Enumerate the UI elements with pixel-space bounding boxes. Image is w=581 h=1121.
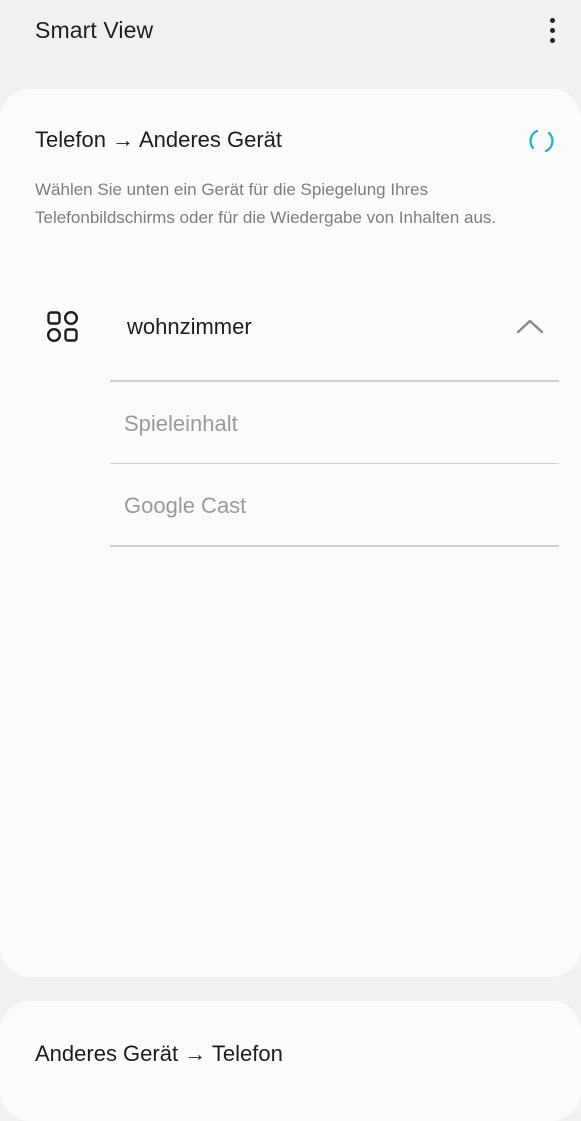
option-item-google-cast[interactable]: Google Cast (110, 464, 559, 545)
section-description: Wählen Sie unten ein Gerät für die Spieg… (35, 180, 497, 227)
option-item-spieleinhalt[interactable]: Spieleinhalt (110, 382, 559, 463)
mirror-to-device-card: Telefon → Anderes Gerät Wählen Sie unten… (0, 89, 581, 977)
apps-grid-icon (46, 310, 79, 343)
device-option-list: Spieleinhalt Google Cast (110, 380, 559, 547)
more-vertical-icon (549, 17, 555, 23)
divider (110, 545, 559, 547)
loading-spinner-icon (529, 129, 554, 153)
option-label: Spieleinhalt (124, 410, 238, 436)
more-vertical-icon (549, 37, 555, 43)
chevron-up-icon[interactable] (515, 316, 545, 336)
app-header: Smart View (0, 0, 581, 70)
section-title-phone-to-device: Telefon → Anderes Gerät (35, 127, 283, 152)
more-vertical-icon (549, 27, 555, 33)
app-title: Smart View (35, 17, 154, 43)
device-name: wohnzimmer (127, 314, 252, 339)
section-title-device-to-phone: Anderes Gerät → Telefon (35, 1041, 283, 1066)
device-to-phone-card[interactable]: Anderes Gerät → Telefon (0, 1001, 581, 1121)
more-options-button[interactable] (541, 14, 563, 46)
device-row-wohnzimmer[interactable]: wohnzimmer (0, 292, 581, 364)
option-label: Google Cast (124, 493, 247, 518)
